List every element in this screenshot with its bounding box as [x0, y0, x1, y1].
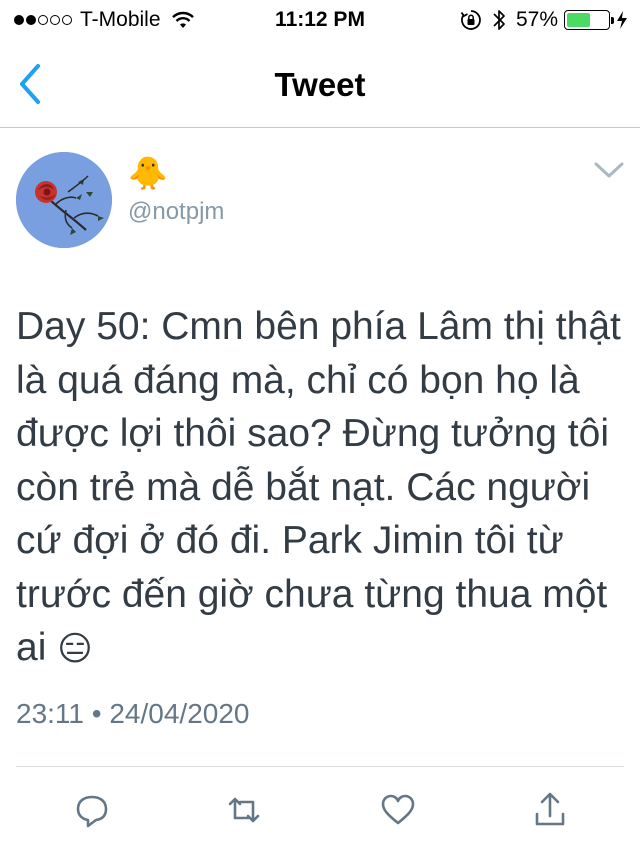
- page-title: Tweet: [274, 66, 366, 103]
- tweet-text-body: Day 50: Cmn bên phía Lâm thị thật là quá…: [16, 305, 621, 669]
- status-bar: T-Mobile 11:12 PM 57%: [0, 0, 640, 40]
- retweet-button[interactable]: [224, 788, 264, 832]
- battery-level: [567, 13, 590, 27]
- reply-icon: [76, 795, 108, 828]
- expressionless-face-emoji: 😑: [57, 630, 93, 668]
- share-button[interactable]: [530, 788, 570, 832]
- author-handle[interactable]: @notpjm: [128, 198, 224, 226]
- reply-button[interactable]: [72, 788, 112, 832]
- bluetooth-icon: [493, 10, 505, 30]
- share-icon: [535, 792, 565, 826]
- tweet-text: Day 50: Cmn bên phía Lâm thị thật là quá…: [16, 300, 628, 677]
- like-icon: [381, 794, 415, 825]
- rose-avatar-image: [16, 152, 112, 248]
- navigation-bar: Tweet: [0, 40, 640, 128]
- author-display-name[interactable]: 🐥: [128, 153, 168, 193]
- divider: [16, 766, 624, 767]
- tweet-timestamp: 23:11 • 24/04/2020: [16, 698, 250, 729]
- charging-icon: [617, 11, 627, 29]
- like-button[interactable]: [378, 788, 418, 832]
- avatar[interactable]: [16, 152, 112, 248]
- status-right: 57%: [460, 8, 628, 32]
- retweet-icon: [228, 797, 260, 823]
- more-options-button[interactable]: [592, 158, 626, 182]
- chevron-down-icon: [594, 162, 624, 178]
- battery-icon: [564, 10, 614, 30]
- orientation-lock-icon: [460, 10, 481, 30]
- battery-percent: 57%: [515, 8, 558, 31]
